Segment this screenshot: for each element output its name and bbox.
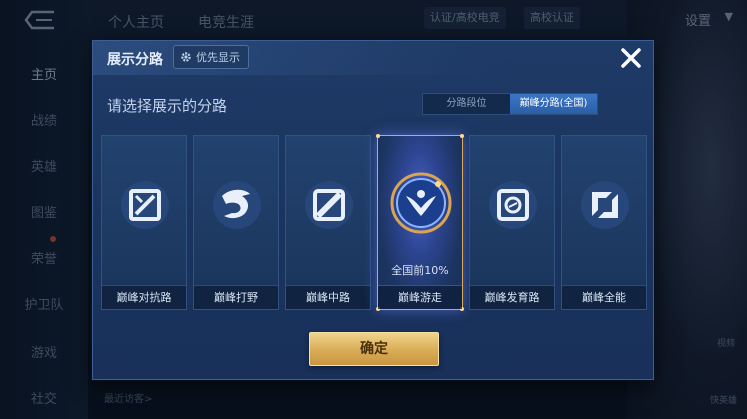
lane-display-dialog: 展示分路 优先显示 请选择展示的分路 分路段位 巅峰分路(全国) 巅峰对抗路 巅…: [92, 40, 655, 380]
priority-display-label: 优先显示: [196, 51, 240, 64]
national-rank-text: 全国前10%: [391, 264, 449, 277]
lane-card-mid[interactable]: 巅峰中路: [285, 135, 371, 310]
lane-card-jungle[interactable]: 巅峰打野: [193, 135, 279, 310]
lane-card-roam-selected[interactable]: 全国前10% 巅峰游走: [376, 134, 464, 311]
mid-lane-icon: [305, 181, 353, 229]
lane-card-label: 巅峰对抗路: [102, 285, 186, 309]
jungle-icon: [213, 181, 261, 229]
lane-card-label: 巅峰游走: [378, 285, 462, 309]
lane-card-label: 巅峰中路: [286, 285, 370, 309]
priority-display-button[interactable]: 优先显示: [173, 45, 249, 69]
lane-card-clash[interactable]: 巅峰对抗路: [101, 135, 187, 310]
close-icon[interactable]: [618, 45, 644, 71]
farm-lane-icon: [489, 181, 537, 229]
corner-sparkle: [376, 134, 380, 138]
dialog-title: 展示分路: [107, 52, 163, 68]
corner-sparkle: [460, 134, 464, 138]
all-round-icon: [581, 181, 629, 229]
lane-card-label: 巅峰发育路: [470, 285, 554, 309]
lane-card-label: 巅峰全能: [562, 285, 646, 309]
lane-mode-toggle: 分路段位 巅峰分路(全国): [422, 93, 598, 115]
confirm-button[interactable]: 确定: [309, 332, 439, 366]
roam-icon: [390, 172, 452, 234]
lane-card-farm[interactable]: 巅峰发育路: [469, 135, 555, 310]
lane-card-label: 巅峰打野: [194, 285, 278, 309]
toggle-peak-lane-national[interactable]: 巅峰分路(全国): [510, 94, 597, 114]
dialog-subtitle: 请选择展示的分路: [107, 97, 228, 115]
gear-icon: [181, 52, 191, 62]
lane-card-all-round[interactable]: 巅峰全能: [561, 135, 647, 310]
clash-lane-icon: [121, 181, 169, 229]
toggle-lane-rank[interactable]: 分路段位: [423, 94, 510, 114]
